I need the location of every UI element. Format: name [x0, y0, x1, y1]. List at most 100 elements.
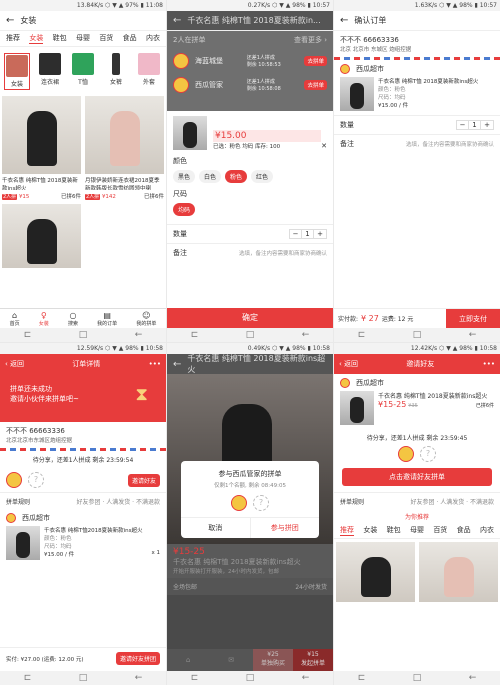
invite-friends-button[interactable]: 点击邀请好友拼单 — [342, 468, 492, 486]
plus-icon[interactable]: + — [481, 121, 493, 129]
home-button-icon[interactable]: □ — [79, 330, 88, 340]
product-card[interactable]: 千衣名惠 纯棉T恤 2018夏装新款ins超火 2人拼 ¥15 已拼6件 — [2, 96, 81, 200]
tab-general[interactable]: 百货 — [99, 33, 113, 44]
join-group-button[interactable]: 去拼单 — [304, 80, 327, 90]
back-button-icon[interactable]: ← — [302, 673, 310, 683]
color-red[interactable]: 红色 — [251, 170, 274, 183]
back-icon[interactable]: ← — [173, 359, 181, 370]
product-name: 月银伊装娇新连衣裙2018夏季新款韩版长款雪纺圆领中喇 — [85, 178, 160, 190]
tab-baby[interactable]: 母婴 — [76, 33, 90, 44]
product-price: ¥142 — [101, 193, 116, 200]
home-button-icon[interactable]: □ — [413, 673, 422, 683]
subcat-women[interactable]: 女装 — [4, 53, 30, 90]
system-nav: ⊏ □ ← — [334, 328, 500, 342]
note-field[interactable]: 选填，备注内容需要和商家协商确认 — [406, 140, 494, 148]
note-field[interactable]: 选填，备注内容需要和商家协商确认 — [239, 249, 327, 257]
recent-apps-icon[interactable]: ⊏ — [358, 330, 366, 340]
confirm-button[interactable]: 确定 — [167, 308, 333, 328]
rules-text[interactable]: 好友参团 · 人满发货 · 不满退款 — [411, 497, 494, 506]
rules-text[interactable]: 好友参团 · 人满发货 · 不满退款 — [77, 497, 160, 506]
color-pink[interactable]: 粉色 — [225, 170, 248, 183]
subcategory-row: 女装 连衣裙 T恤 女裤 外套 — [0, 47, 166, 96]
size-option[interactable]: 均码 — [173, 203, 196, 216]
tab-shoes[interactable]: 鞋包 — [53, 33, 67, 44]
product-card[interactable]: 月银伊装娇新连衣裙2018夏季新款韩版长款雪纺圆领中喇 2人拼 ¥142 已拼6件 — [85, 96, 164, 200]
invite-group-button[interactable]: 邀请好友拼团 — [115, 652, 160, 665]
tab-underwear[interactable]: 内衣 — [480, 525, 494, 536]
address-block[interactable]: 不不不 66663336 北京 北京市 东城区 炮组控据 — [334, 31, 500, 57]
join-group-button[interactable]: 去拼单 — [304, 56, 327, 66]
pay-now-button[interactable]: 立即支付 — [446, 309, 500, 328]
status-banner: 拼单还未成功 邀请小伙伴来拼单吧~ ⧗ — [0, 374, 166, 422]
minus-icon[interactable]: − — [290, 230, 302, 238]
nav-search[interactable]: ○ 搜索 — [68, 309, 78, 328]
modal-title: 参与西瓜管家的拼单 — [218, 470, 282, 478]
tab-baby[interactable]: 母婴 — [410, 525, 424, 536]
recent-apps-icon[interactable]: ⊏ — [358, 673, 366, 683]
screen-category: 13.84K/s ⬡ ▼ ▲ 97% ▮ 11:08 ← 女装 推荐 女装 鞋包 … — [0, 0, 166, 342]
home-button-icon[interactable]: □ — [246, 673, 255, 683]
more-icon[interactable]: ••• — [149, 360, 161, 368]
subcat-tshirt[interactable]: T恤 — [70, 53, 96, 90]
quantity-stepper[interactable]: −1 + — [456, 120, 494, 130]
nav-orders[interactable]: ▤ 我的订单 — [97, 309, 117, 328]
nav-women[interactable]: ♀ 女装 — [39, 309, 49, 328]
recent-apps-icon[interactable]: ⊏ — [24, 673, 32, 683]
tab-general[interactable]: 百货 — [433, 525, 447, 536]
back-button[interactable]: ‹ 返回 — [339, 359, 358, 369]
close-icon[interactable]: ✕ — [321, 142, 327, 150]
recent-apps-icon[interactable]: ⊏ — [191, 673, 199, 683]
color-black[interactable]: 黑色 — [173, 170, 196, 183]
product-card[interactable] — [336, 542, 415, 602]
tab-food[interactable]: 食品 — [457, 525, 471, 536]
home-button-icon[interactable]: □ — [413, 330, 422, 340]
back-button-icon[interactable]: ← — [135, 673, 143, 683]
back-button[interactable]: ‹ 返回 — [5, 359, 24, 369]
subcat-dress[interactable]: 连衣裙 — [37, 53, 63, 90]
single-buy-button[interactable]: ¥25 单独购买 — [253, 649, 293, 671]
product-card[interactable] — [419, 542, 498, 602]
goods-name: 千衣名惠 纯棉T恤 2018夏装新款ins超火 — [378, 79, 479, 85]
nav-home[interactable]: ⌂ 首页 — [10, 309, 20, 328]
product-card[interactable] — [2, 204, 81, 268]
home-button-icon[interactable]: □ — [246, 330, 255, 340]
tab-food[interactable]: 食品 — [123, 33, 137, 44]
page-title: 女装 — [20, 16, 37, 25]
color-white[interactable]: 白色 — [199, 170, 222, 183]
chat-icon[interactable]: ✉ — [228, 656, 234, 664]
category-tabs: 推荐 女装 鞋包 母婴 百货 食品 内衣 — [334, 523, 500, 539]
back-button-icon[interactable]: ← — [302, 330, 310, 340]
plus-icon[interactable]: + — [314, 230, 326, 238]
subcat-pants[interactable]: 女裤 — [103, 53, 129, 90]
nav-my-groups[interactable]: ☺ 我的拼单 — [136, 309, 156, 328]
subcat-coat[interactable]: 外套 — [136, 53, 162, 90]
back-icon[interactable]: ← — [340, 15, 348, 26]
view-more-link[interactable]: 查看更多 › — [294, 35, 327, 45]
start-group-button[interactable]: ¥15 发起拼单 — [293, 649, 333, 671]
back-icon[interactable]: ← — [6, 15, 14, 26]
avatar — [6, 472, 22, 488]
home-button-icon[interactable]: □ — [79, 673, 88, 683]
invite-button[interactable]: 邀请好友 — [127, 473, 160, 487]
system-nav: ⊏ □ ← — [167, 671, 333, 685]
tab-recommend[interactable]: 推荐 — [6, 33, 20, 44]
back-button-icon[interactable]: ← — [469, 673, 477, 683]
tab-underwear[interactable]: 内衣 — [146, 33, 160, 44]
home-icon[interactable]: ⌂ — [186, 656, 190, 664]
cancel-button[interactable]: 取消 — [181, 518, 251, 538]
product-image — [2, 204, 81, 268]
recent-apps-icon[interactable]: ⊏ — [191, 330, 199, 340]
quantity-stepper[interactable]: −1 + — [289, 229, 327, 239]
back-icon[interactable]: ← — [173, 15, 181, 26]
tab-women[interactable]: 女装 — [363, 525, 377, 536]
back-button-icon[interactable]: ← — [469, 330, 477, 340]
recent-apps-icon[interactable]: ⊏ — [24, 330, 32, 340]
tab-recommend[interactable]: 推荐 — [340, 525, 354, 536]
wait-status: 待分享，还差1人拼成 剩余 23:59:45 — [366, 435, 468, 442]
tab-women[interactable]: 女装 — [29, 33, 44, 44]
minus-icon[interactable]: − — [457, 121, 469, 129]
join-group-button[interactable]: 参与拼团 — [251, 518, 320, 538]
back-button-icon[interactable]: ← — [135, 330, 143, 340]
tab-shoes[interactable]: 鞋包 — [387, 525, 401, 536]
more-icon[interactable]: ••• — [483, 360, 495, 368]
